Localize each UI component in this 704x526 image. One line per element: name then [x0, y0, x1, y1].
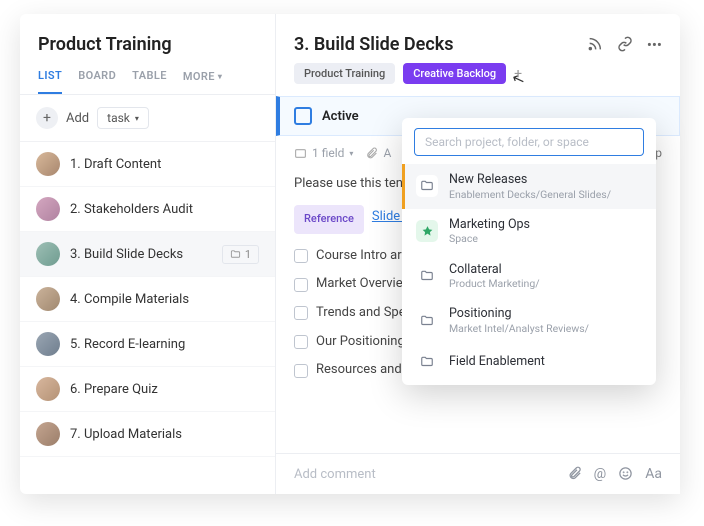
avatar — [36, 377, 60, 401]
plus-icon[interactable]: + — [36, 107, 58, 129]
checkbox-icon[interactable] — [294, 335, 308, 349]
popover-item[interactable]: PositioningMarket Intel/Analyst Reviews/ — [402, 298, 656, 343]
list-item[interactable]: 5. Record E-learning — [20, 322, 275, 367]
add-label: Add — [66, 111, 89, 126]
list-item-label: 7. Upload Materials — [70, 427, 182, 442]
folder-icon — [416, 351, 438, 373]
chevron-down-icon: ▾ — [218, 72, 222, 81]
sidebar-title: Product Training — [38, 34, 257, 55]
avatar — [36, 332, 60, 356]
sidebar: Product Training LIST BOARD TABLE MORE▾ … — [20, 14, 276, 494]
comment-bar[interactable]: Add comment @ Aa — [276, 453, 680, 494]
comment-placeholder[interactable]: Add comment — [294, 467, 567, 482]
list-item-label: 2. Stakeholders Audit — [70, 202, 193, 217]
task-list: 1. Draft Content 2. Stakeholders Audit 3… — [20, 142, 275, 494]
list-item-label: 6. Prepare Quiz — [70, 382, 158, 397]
sidebar-header: Product Training — [20, 14, 275, 61]
tab-list[interactable]: LIST — [38, 69, 62, 94]
status-checkbox[interactable] — [294, 107, 312, 125]
avatar — [36, 287, 60, 311]
task-type-selector[interactable]: task▾ — [97, 107, 149, 129]
folder-icon — [416, 310, 438, 332]
mention-icon[interactable]: @ — [594, 466, 607, 482]
emoji-icon[interactable] — [618, 466, 633, 482]
detail-header-actions: ••• — [587, 36, 662, 54]
avatar — [36, 197, 60, 221]
avatar — [36, 152, 60, 176]
folder-count-chip: 1 — [222, 245, 259, 264]
list-item-label: 5. Record E-learning — [70, 337, 185, 352]
folder-icon — [416, 175, 438, 197]
rss-icon[interactable] — [587, 36, 603, 54]
project-search-popover: New ReleasesEnablement Decks/General Sli… — [402, 118, 656, 385]
avatar — [36, 422, 60, 446]
avatar — [36, 242, 60, 266]
popover-item[interactable]: CollateralProduct Marketing/ — [402, 254, 656, 299]
tab-board[interactable]: BOARD — [78, 69, 116, 94]
tag-creative-backlog[interactable]: Creative Backlog — [403, 63, 506, 84]
popover-item[interactable]: Field Enablement — [402, 343, 656, 381]
tab-table[interactable]: TABLE — [132, 69, 167, 94]
list-item[interactable]: 1. Draft Content — [20, 142, 275, 187]
app-window: Product Training LIST BOARD TABLE MORE▾ … — [20, 14, 680, 494]
checkbox-icon[interactable] — [294, 364, 308, 378]
tag-row: Product Training Creative Backlog + ↖ — [276, 63, 680, 96]
field-icon — [294, 147, 307, 160]
detail-header: 3. Build Slide Decks ••• — [276, 14, 680, 63]
space-icon — [416, 220, 438, 242]
sidebar-tabs: LIST BOARD TABLE MORE▾ — [20, 61, 275, 95]
add-tag-button[interactable]: + ↖ — [514, 66, 522, 82]
link-icon[interactable] — [617, 36, 633, 54]
cursor-icon: ↖ — [509, 68, 527, 89]
attachment-icon[interactable] — [567, 466, 582, 482]
list-item-label: 1. Draft Content — [70, 157, 161, 172]
list-item[interactable]: 2. Stakeholders Audit — [20, 187, 275, 232]
list-item[interactable]: 6. Prepare Quiz — [20, 367, 275, 412]
attach-button[interactable]: A — [365, 146, 391, 160]
popover-search[interactable] — [414, 128, 644, 156]
field-count[interactable]: 1 field▾ — [294, 146, 353, 160]
popover-item[interactable]: Marketing OpsSpace — [402, 209, 656, 254]
chevron-down-icon: ▾ — [135, 114, 139, 123]
popover-item[interactable]: New ReleasesEnablement Decks/General Sli… — [402, 164, 656, 209]
folder-icon — [230, 249, 241, 260]
status-label: Active — [322, 109, 359, 124]
checkbox-icon[interactable] — [294, 249, 308, 263]
detail-title: 3. Build Slide Decks — [294, 34, 454, 55]
add-task-row[interactable]: + Add task▾ — [20, 95, 275, 142]
list-item[interactable]: 7. Upload Materials — [20, 412, 275, 457]
search-input[interactable] — [425, 135, 633, 149]
tag-reference[interactable]: Reference — [294, 205, 364, 234]
attachment-icon — [365, 147, 378, 160]
format-icon[interactable]: Aa — [645, 466, 662, 482]
checkbox-icon[interactable] — [294, 278, 308, 292]
list-item-label: 3. Build Slide Decks — [70, 247, 183, 262]
checkbox-icon[interactable] — [294, 306, 308, 320]
tag-product-training[interactable]: Product Training — [294, 63, 395, 84]
folder-icon — [416, 265, 438, 287]
list-item[interactable]: 4. Compile Materials — [20, 277, 275, 322]
list-item-label: 4. Compile Materials — [70, 292, 189, 307]
tab-more[interactable]: MORE▾ — [183, 69, 222, 94]
comment-actions: @ Aa — [567, 466, 662, 482]
more-icon[interactable]: ••• — [647, 36, 662, 54]
list-item[interactable]: 3. Build Slide Decks 1 — [20, 232, 275, 277]
